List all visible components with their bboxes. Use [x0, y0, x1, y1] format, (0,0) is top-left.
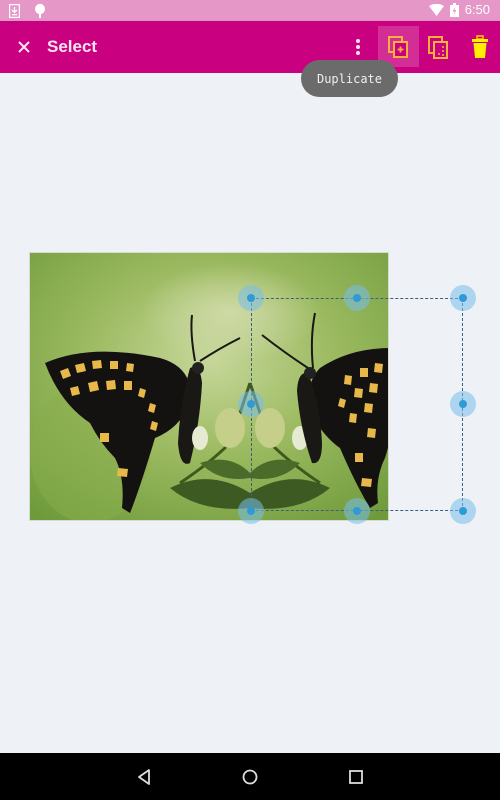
download-notification-icon [9, 3, 20, 18]
status-bar: 6:50 [0, 0, 500, 21]
copy-button[interactable] [428, 36, 450, 60]
more-options-button[interactable] [348, 35, 368, 59]
resize-handle-bottom-right[interactable] [450, 498, 476, 524]
back-icon [134, 769, 156, 792]
clock: 6:50 [464, 2, 490, 17]
battery-icon [449, 2, 459, 17]
home-button[interactable] [239, 766, 261, 788]
duplicate-tooltip: Duplicate [301, 60, 398, 97]
close-icon [12, 41, 36, 63]
resize-handle-top-right[interactable] [450, 285, 476, 311]
delete-icon [469, 35, 491, 63]
recents-button[interactable] [345, 766, 367, 788]
copy-icon [428, 36, 450, 64]
close-button[interactable] [12, 35, 36, 59]
resize-handle-bottom-left[interactable] [238, 498, 264, 524]
back-button[interactable] [134, 766, 156, 788]
resize-handle-top[interactable] [344, 285, 370, 311]
app-bar: Select [0, 21, 500, 73]
system-nav-bar [0, 753, 500, 800]
canvas-image[interactable] [29, 252, 389, 521]
recents-icon [345, 770, 367, 792]
resize-handle-right[interactable] [450, 391, 476, 417]
resize-handle-left[interactable] [238, 391, 264, 417]
wifi-icon [428, 3, 444, 16]
resize-handle-bottom[interactable] [344, 498, 370, 524]
delete-button[interactable] [469, 35, 491, 59]
home-icon [239, 769, 261, 792]
resize-handle-top-left[interactable] [238, 285, 264, 311]
android-debug-icon [34, 3, 46, 18]
page-title: Select [47, 37, 98, 56]
